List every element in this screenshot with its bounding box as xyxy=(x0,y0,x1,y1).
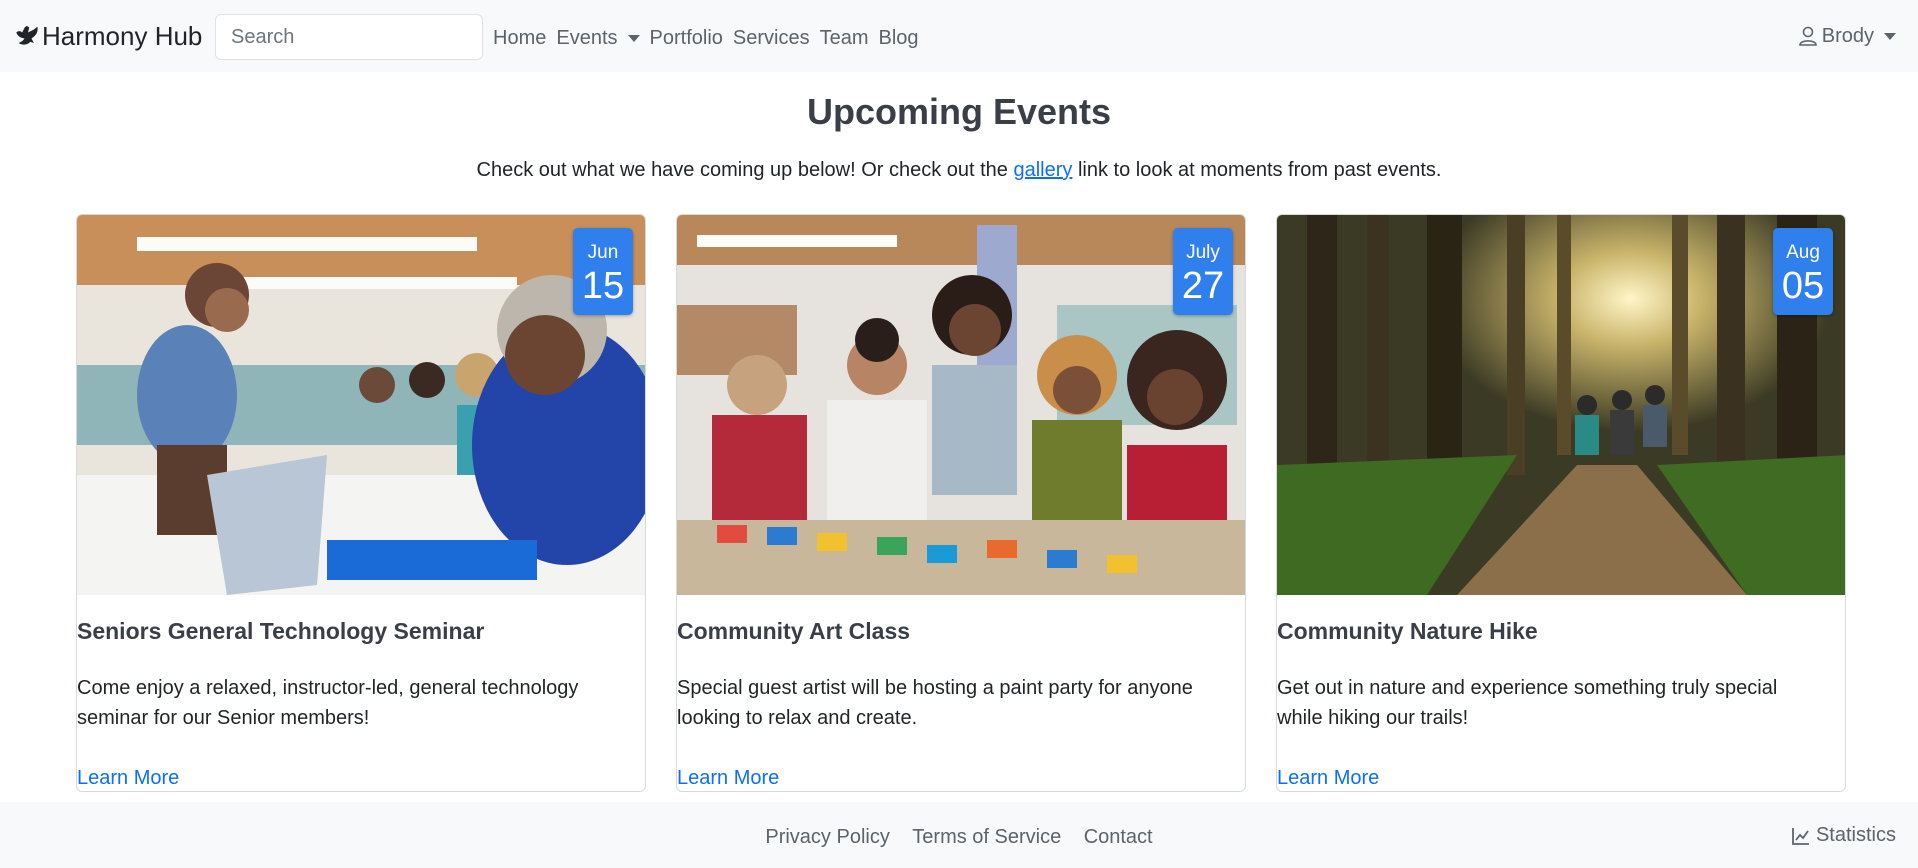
brand-link[interactable]: Harmony Hub xyxy=(14,16,202,56)
event-title: Community Nature Hike xyxy=(1277,618,1538,644)
main-nav: Home Events Portfolio Services Team Blog xyxy=(493,20,929,56)
learn-more-link[interactable]: Learn More xyxy=(677,765,779,791)
learn-more-link[interactable]: Learn More xyxy=(1277,765,1379,791)
footer: Privacy Policy Terms of Service Contact … xyxy=(0,802,1918,868)
event-image-art-class xyxy=(677,215,1245,595)
privacy-policy-link[interactable]: Privacy Policy xyxy=(765,826,889,848)
nav-events-label: Events xyxy=(556,27,618,49)
event-day: 27 xyxy=(1181,265,1225,307)
event-description: Get out in nature and experience somethi… xyxy=(1277,677,1778,729)
event-title: Seniors General Technology Seminar xyxy=(77,618,485,644)
user-name: Brody xyxy=(1821,25,1874,47)
contact-link[interactable]: Contact xyxy=(1084,826,1153,848)
intro-text: Check out what we have coming up below! … xyxy=(0,156,1918,184)
event-description: Special guest artist will be hosting a p… xyxy=(677,677,1193,729)
event-date-badge: July 27 xyxy=(1173,228,1233,315)
statistics-link[interactable]: Statistics xyxy=(1791,824,1896,847)
event-month: July xyxy=(1186,242,1220,263)
line-chart-icon xyxy=(1792,827,1809,845)
nav-blog[interactable]: Blog xyxy=(879,20,929,56)
event-image-nature-hike xyxy=(1277,215,1845,595)
event-month: Aug xyxy=(1786,242,1820,263)
event-day: 15 xyxy=(581,265,625,307)
caret-down-icon xyxy=(627,34,640,42)
statistics-label: Statistics xyxy=(1815,824,1896,846)
search-input[interactable] xyxy=(215,14,483,60)
user-menu[interactable]: Brody xyxy=(1798,24,1896,48)
event-date-badge: Aug 05 xyxy=(1773,228,1833,315)
brand-name: Harmony Hub xyxy=(42,20,203,51)
event-description: Come enjoy a relaxed, instructor-led, ge… xyxy=(77,677,579,729)
person-icon xyxy=(1798,26,1817,46)
nav-events-dropdown[interactable]: Events xyxy=(556,20,649,56)
nav-team[interactable]: Team xyxy=(820,20,879,56)
gallery-link[interactable]: gallery xyxy=(1013,159,1072,181)
nav-home[interactable]: Home xyxy=(493,20,556,56)
intro-text-after: link to look at moments from past events… xyxy=(1072,159,1442,181)
event-card: Aug 05 Community Nature Hike Get out in … xyxy=(1276,214,1846,792)
terms-of-service-link[interactable]: Terms of Service xyxy=(912,826,1061,848)
page-title: Upcoming Events xyxy=(806,91,1112,132)
nav-services[interactable]: Services xyxy=(733,20,820,56)
event-month: Jun xyxy=(587,242,619,263)
footer-links: Privacy Policy Terms of Service Contact xyxy=(0,824,1918,850)
nav-portfolio[interactable]: Portfolio xyxy=(650,20,733,56)
learn-more-link[interactable]: Learn More xyxy=(77,765,179,791)
dove-icon xyxy=(16,26,38,45)
event-card: Jun 15 Seniors General Technology Semina… xyxy=(76,214,646,792)
event-card: July 27 Community Art Class Special gues… xyxy=(676,214,1246,792)
event-title: Community Art Class xyxy=(677,618,911,644)
caret-down-icon xyxy=(1884,32,1896,40)
event-date-badge: Jun 15 xyxy=(573,228,633,315)
event-day: 05 xyxy=(1781,265,1825,307)
event-image-technology-seminar xyxy=(77,215,645,595)
navbar: Harmony Hub Home Events Portfolio Servic… xyxy=(0,0,1918,72)
intro-text-before: Check out what we have coming up below! … xyxy=(476,159,1014,181)
